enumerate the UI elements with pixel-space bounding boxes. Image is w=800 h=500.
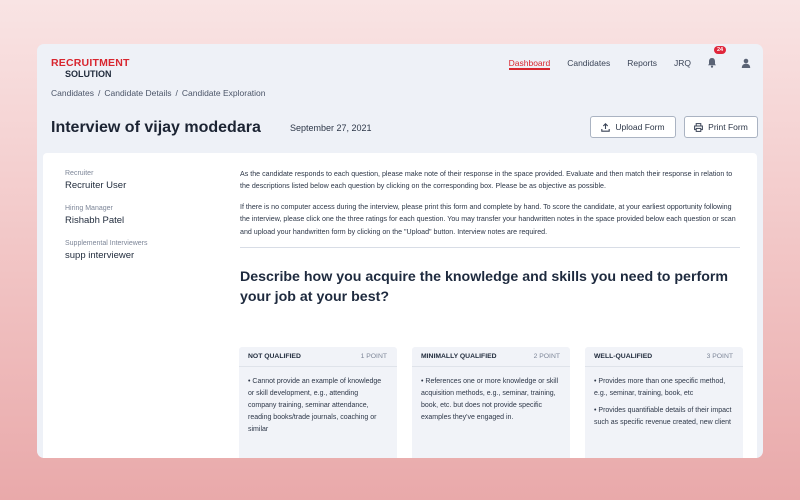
breadcrumb-candidates[interactable]: Candidates [51,88,94,98]
nav-reports[interactable]: Reports [627,44,657,81]
user-menu-button[interactable] [741,44,755,81]
breadcrumb-candidate-details[interactable]: Candidate Details [104,88,171,98]
interview-card: Recruiter Recruiter User Hiring Manager … [43,153,757,458]
rating-well-qualified[interactable]: WELL-QUALIFIED 3 POINT • Provides more t… [585,347,743,458]
printer-icon [694,122,704,132]
nav-jrq[interactable]: JRQ [674,44,691,81]
top-navbar: RECRUITMENT SOLUTION Dashboard Candidate… [37,44,763,81]
notification-badge: 24 [714,46,727,54]
print-form-label: Print Form [708,122,748,132]
rating-bullet: • Cannot provide an example of knowledge… [248,378,382,433]
main-nav: Dashboard Candidates Reports JRQ 24 [492,44,755,81]
rating-points: 1 POINT [360,353,387,360]
print-form-button[interactable]: Print Form [684,116,758,138]
question-content: As the candidate responds to each questi… [240,168,740,307]
question-text: Describe how you acquire the knowledge a… [240,269,729,306]
logo-line-1: RECRUITMENT [51,57,130,69]
breadcrumb-candidate-exploration: Candidate Exploration [181,88,266,98]
rating-name: WELL-QUALIFIED [594,353,653,360]
rating-header: WELL-QUALIFIED 3 POINT [585,347,743,367]
rating-bullet: • Provides quantifiable details of their… [594,407,732,426]
rating-bullet: • Provides more than one specific method… [594,378,726,397]
rating-not-qualified[interactable]: NOT QUALIFIED 1 POINT • Cannot provide a… [239,347,397,458]
hiring-manager-label: Hiring Manager [65,205,113,212]
rating-bullet: • References one or more knowledge or sk… [421,378,559,421]
nav-candidates[interactable]: Candidates [567,44,610,81]
nav-dashboard[interactable]: Dashboard [508,44,550,81]
app-logo[interactable]: RECRUITMENT SOLUTION [51,58,130,79]
hiring-manager-value: Rishabh Patel [65,215,125,226]
rating-description: • References one or more knowledge or sk… [412,367,570,424]
interview-date: September 27, 2021 [290,123,372,133]
rating-points: 3 POINT [706,353,733,360]
divider [240,247,740,249]
rating-header: NOT QUALIFIED 1 POINT [239,347,397,367]
rating-description: • Cannot provide an example of knowledge… [239,367,397,436]
recruiter-value: Recruiter User [65,180,127,191]
bell-icon [708,58,716,68]
notifications-button[interactable]: 24 [707,44,727,81]
recruiter-label: Recruiter [65,170,94,177]
rating-name: NOT QUALIFIED [248,353,301,360]
user-icon [741,58,751,68]
page-title: Interview of vijay modedara [51,119,261,136]
supplemental-interviewers-value: supp interviewer [65,250,135,261]
upload-form-button[interactable]: Upload Form [590,116,676,138]
logo-line-2: SOLUTION [65,68,112,79]
rating-points: 2 POINT [533,353,560,360]
upload-form-label: Upload Form [615,122,665,132]
rating-minimally-qualified[interactable]: MINIMALLY QUALIFIED 2 POINT • References… [412,347,570,458]
rating-name: MINIMALLY QUALIFIED [421,353,497,360]
instructions-paragraph-2: If there is no computer access during th… [240,202,736,236]
breadcrumb: Candidates / Candidate Details / Candidate E… [51,88,266,98]
rating-header: MINIMALLY QUALIFIED 2 POINT [412,347,570,367]
interview-participants: Recruiter Recruiter User Hiring Manager … [65,170,148,275]
app-window: RECRUITMENT SOLUTION Dashboard Candidate… [37,44,763,458]
breadcrumb-separator: / [98,88,101,98]
instructions-paragraph-1: As the candidate responds to each questi… [240,170,733,191]
breadcrumb-separator: / [175,88,178,98]
upload-icon [601,122,611,132]
supplemental-interviewers-label: Supplemental Interviewers [65,240,148,247]
rating-description: • Provides more than one specific method… [585,367,743,429]
